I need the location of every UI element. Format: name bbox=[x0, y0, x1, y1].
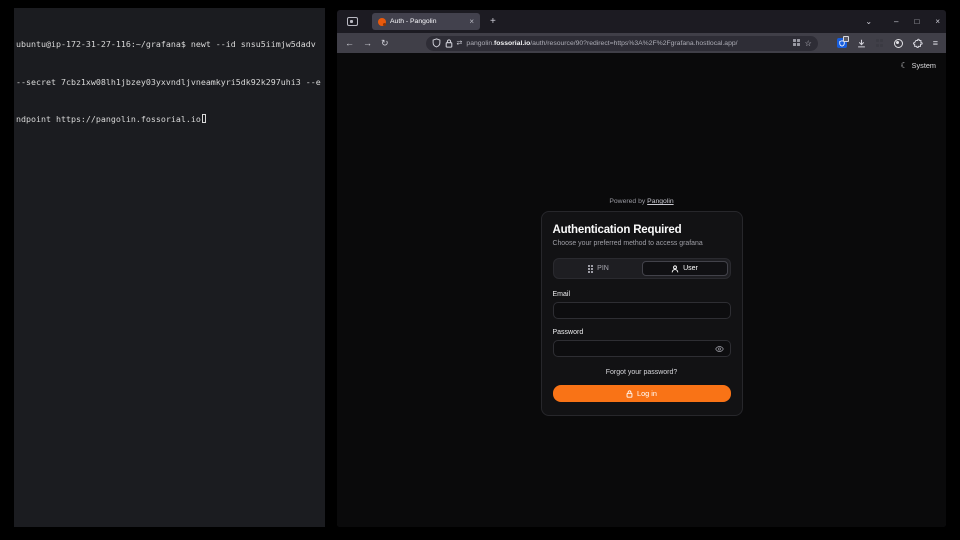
forgot-password-link[interactable]: Forgot your password? bbox=[553, 369, 731, 376]
show-password-eye-icon[interactable] bbox=[715, 345, 724, 353]
tab-bar: Auth - Pangolin × + ⌄ – □ × bbox=[337, 10, 946, 33]
powered-by: Powered by Pangolin bbox=[541, 198, 743, 205]
terminal-line: ndpoint https://pangolin.fossorial.io bbox=[16, 113, 323, 126]
card-title: Authentication Required bbox=[553, 224, 731, 236]
login-lock-icon bbox=[626, 390, 633, 398]
maximize-button[interactable]: □ bbox=[914, 17, 919, 26]
back-button[interactable]: ← bbox=[345, 39, 354, 48]
auth-method-tabs: PIN User bbox=[553, 258, 731, 279]
password-field[interactable] bbox=[560, 345, 715, 352]
extension-area: ≡ bbox=[837, 38, 938, 48]
bitwarden-extension-icon[interactable] bbox=[837, 38, 847, 48]
page-content: ☾ System Powered by Pangolin Authenticat… bbox=[337, 53, 946, 527]
tab-title: Auth - Pangolin bbox=[390, 18, 465, 25]
extension-grid-icon[interactable] bbox=[876, 39, 884, 47]
new-tab-button[interactable]: + bbox=[490, 16, 496, 27]
tab-auth-pangolin[interactable]: Auth - Pangolin × bbox=[372, 13, 480, 30]
navigation-toolbar: ← → ↻ ⇄ pangolin.fossorial.io/auth/resou… bbox=[337, 33, 946, 53]
recorder-extension-icon[interactable] bbox=[894, 39, 903, 48]
keypad-icon bbox=[588, 265, 593, 273]
lock-icon[interactable] bbox=[445, 39, 453, 48]
moon-icon: ☾ bbox=[901, 61, 908, 70]
auth-card: Authentication Required Choose your pref… bbox=[541, 211, 743, 416]
auth-column: Powered by Pangolin Authentication Requi… bbox=[541, 198, 743, 416]
close-tab-icon[interactable]: × bbox=[469, 18, 474, 26]
terminal-line: ubuntu@ip-172-31-27-116:~/grafana$ newt … bbox=[16, 38, 323, 51]
hamburger-menu-icon[interactable]: ≡ bbox=[933, 38, 938, 48]
terminal-window[interactable]: ubuntu@ip-172-31-27-116:~/grafana$ newt … bbox=[14, 8, 325, 527]
theme-toggle[interactable]: ☾ System bbox=[901, 61, 937, 70]
forward-button[interactable]: → bbox=[363, 39, 372, 48]
permissions-icon[interactable]: ⇄ bbox=[457, 39, 463, 47]
pangolin-link[interactable]: Pangolin bbox=[647, 198, 673, 205]
password-label: Password bbox=[553, 329, 731, 336]
container-grid-icon[interactable] bbox=[793, 39, 801, 47]
puzzle-extensions-icon[interactable] bbox=[913, 38, 923, 48]
reload-button[interactable]: ↻ bbox=[381, 39, 389, 48]
list-tabs-chevron-icon[interactable]: ⌄ bbox=[865, 17, 872, 26]
terminal-cursor bbox=[202, 114, 207, 123]
firefox-view-icon[interactable] bbox=[347, 17, 358, 26]
shield-icon[interactable] bbox=[432, 38, 441, 48]
tab-user[interactable]: User bbox=[642, 261, 728, 276]
browser-window: Auth - Pangolin × + ⌄ – □ × ← → ↻ ⇄ pang… bbox=[337, 10, 946, 527]
terminal-line: --secret 7cbz1xw08lh1jbzey03yxvndljvneam… bbox=[16, 76, 323, 89]
password-field-wrap bbox=[553, 340, 731, 357]
close-window-button[interactable]: × bbox=[935, 17, 940, 26]
url-text: pangolin.fossorial.io/auth/resource/90?r… bbox=[466, 40, 788, 47]
login-button[interactable]: Log in bbox=[553, 385, 731, 402]
email-field-wrap bbox=[553, 302, 731, 319]
minimize-button[interactable]: – bbox=[894, 17, 898, 26]
bookmark-star-icon[interactable]: ☆ bbox=[805, 39, 812, 48]
user-icon bbox=[671, 265, 679, 273]
downloads-icon[interactable] bbox=[857, 39, 866, 48]
theme-toggle-label: System bbox=[912, 61, 936, 70]
tab-pin[interactable]: PIN bbox=[556, 261, 642, 276]
card-subtitle: Choose your preferred method to access g… bbox=[553, 240, 731, 247]
email-field[interactable] bbox=[560, 307, 724, 314]
email-label: Email bbox=[553, 291, 731, 298]
pangolin-favicon-icon bbox=[378, 18, 386, 26]
url-bar[interactable]: ⇄ pangolin.fossorial.io/auth/resource/90… bbox=[426, 36, 818, 51]
